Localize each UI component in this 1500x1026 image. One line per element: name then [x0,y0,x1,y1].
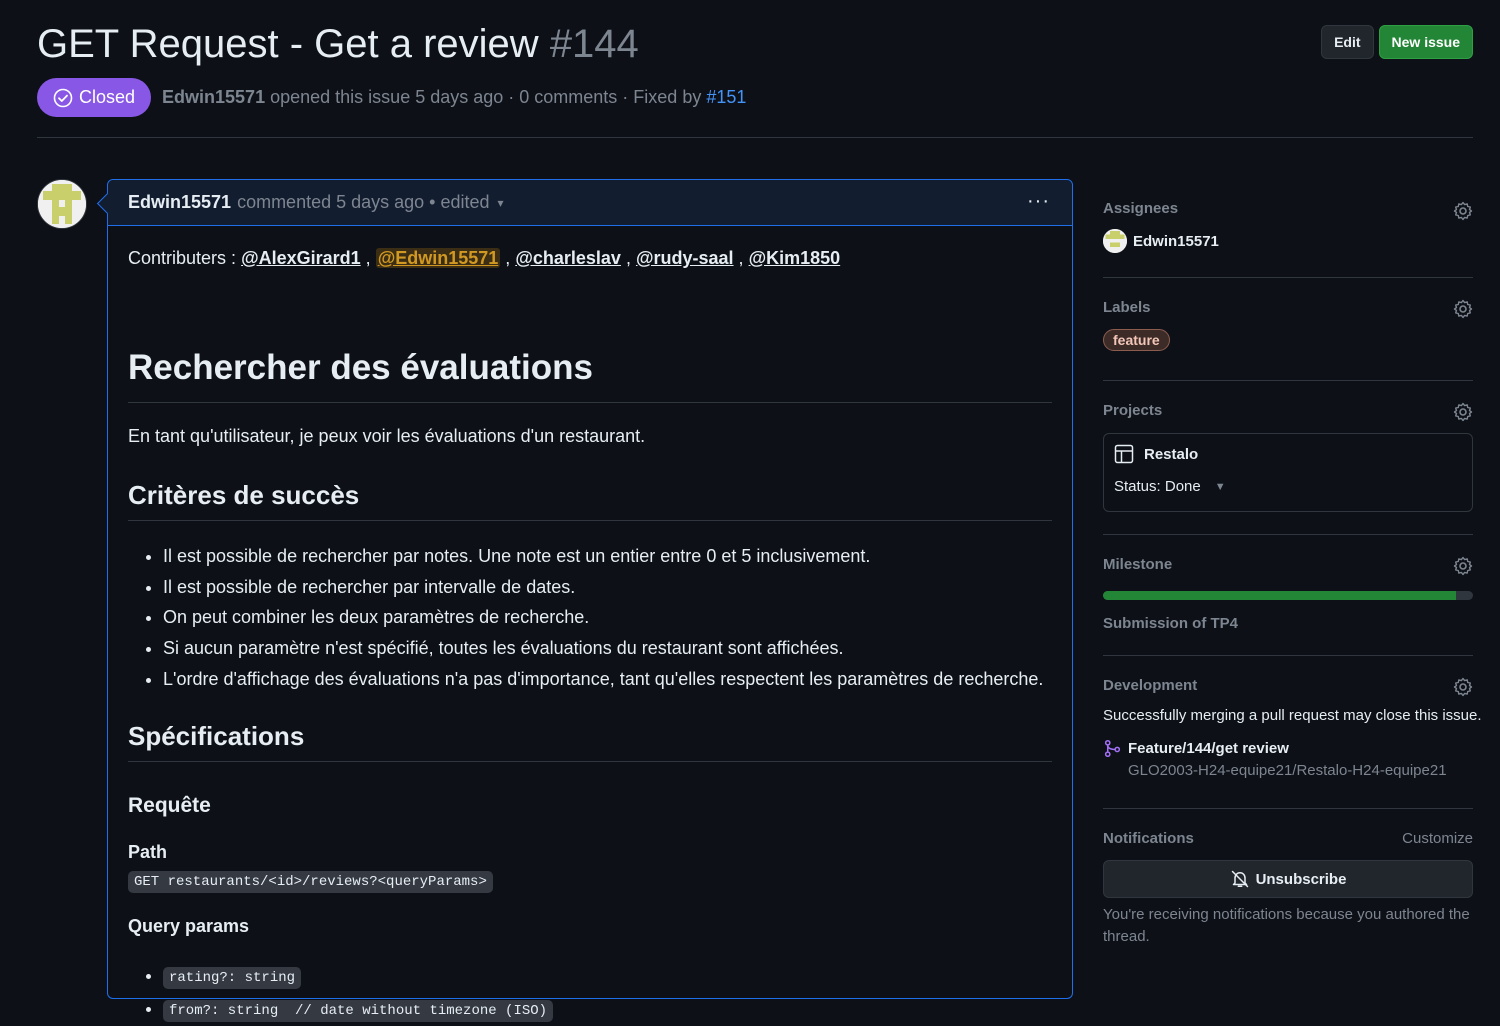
param-code: rating?: string [163,967,302,989]
heading-divider [128,402,1052,403]
milestone-section: Milestone Submission of TP4 [1103,556,1473,636]
mention-link[interactable]: @charleslav [515,248,621,268]
issue-meta: Closed Edwin15571 opened this issue 5 da… [37,78,746,117]
comment-header: Edwin15571 commented 5 days ago • edited… [108,180,1072,226]
identicon-icon [1103,229,1127,253]
chevron-down-icon: ▼ [1214,480,1226,493]
path-heading: Path [128,842,168,862]
unsubscribe-button[interactable]: Unsubscribe [1103,860,1473,898]
issue-title: GET Request - Get a review #144 [37,18,639,70]
assignee-name: Edwin15571 [1133,232,1219,250]
gear-icon[interactable] [1453,201,1473,221]
customize-link[interactable]: Customize [1402,830,1473,847]
development-section: Development Successfully merging a pull … [1103,677,1482,792]
gear-icon[interactable] [1453,556,1473,576]
notification-note: You're receiving notifications because y… [1103,906,1470,945]
issue-comment: Edwin15571 commented 5 days ago • edited… [107,179,1073,1022]
milestone-name[interactable]: Submission of TP4 [1103,615,1473,632]
criteria-heading: Critères de succès [128,480,360,510]
project-card: Restalo Status: Done ▼ [1103,433,1473,512]
project-status[interactable]: Status: Done ▼ [1114,478,1462,495]
header-divider [37,137,1473,138]
project-title[interactable]: Restalo [1114,444,1462,464]
identicon-icon [38,180,86,228]
request-heading: Requête [128,794,211,817]
assignee-item[interactable]: Edwin15571 [1103,229,1473,253]
param-code: from?: string // date without timezone (… [163,1000,554,1022]
projects-section: Projects Restalo Status: Done ▼ [1103,402,1473,517]
label-chip[interactable]: feature [1103,329,1170,351]
mention-link[interactable]: @Kim1850 [749,248,841,268]
gear-icon[interactable] [1453,677,1473,697]
project-name: Restalo [1144,445,1199,463]
query-heading: Query params [128,916,250,936]
list-item: L'ordre d'affichage des évaluations n'a … [163,664,1043,695]
author-link[interactable]: Edwin15571 [162,87,265,107]
bell-slash-icon [1231,870,1248,888]
project-status-text: Status: Done [1114,478,1201,495]
avatar [1103,229,1127,253]
table-icon [1114,444,1134,464]
chevron-down-icon[interactable]: ▾ [498,196,504,210]
mention-link-self[interactable]: @Edwin15571 [375,248,501,268]
development-text: Successfully merging a pull request may … [1103,707,1482,724]
spec-heading: Spécifications [128,721,305,751]
fixed-by-link[interactable]: #151 [706,87,746,107]
edit-button[interactable]: Edit [1321,25,1374,59]
development-label[interactable]: Development [1103,677,1473,694]
projects-label[interactable]: Projects [1103,402,1473,419]
gear-icon[interactable] [1453,299,1473,319]
list-item: Il est possible de rechercher par notes.… [163,541,1043,572]
sidebar-divider [1103,534,1473,535]
check-circle-icon [53,88,73,107]
query-params-list: rating?: string from?: string // date wi… [128,960,554,1026]
assignees-label[interactable]: Assignees [1103,200,1473,217]
new-issue-button[interactable]: New issue [1378,25,1473,59]
contributors-prefix: Contributers : [128,248,237,268]
kebab-menu-icon[interactable]: ··· [1027,190,1050,213]
opened-text: opened this issue 5 days ago · 0 comment… [270,87,702,107]
mention-link[interactable]: @rudy-saal [636,248,734,268]
contributors-line: Contributers : @AlexGirard1 , @Edwin1557… [128,248,841,268]
repo-name: GLO2003-H24-equipe21/Restalo-H24-equipe2… [1128,762,1447,779]
heading-h1: Rechercher des évaluations [128,348,593,387]
list-item: Si aucun paramètre n'est spécifié, toute… [163,633,1043,664]
intro-text: En tant qu'utilisateur, je peux voir les… [128,426,646,446]
sidebar-divider [1103,277,1473,278]
issue-number: #144 [549,22,639,66]
criteria-list: Il est possible de rechercher par notes.… [128,541,1043,695]
meta-text: Edwin15571 opened this issue 5 days ago … [162,87,746,108]
mention-link[interactable]: @AlexGirard1 [241,248,361,268]
notifications-section: Notifications Customize Unsubscribe You'… [1103,830,1473,960]
merge-icon [1104,739,1121,758]
avatar[interactable] [37,179,87,229]
milestone-label[interactable]: Milestone [1103,556,1473,573]
branch-name: Feature/144/get review [1128,740,1289,757]
labels-label[interactable]: Labels [1103,299,1473,316]
labels-section: Labels feature [1103,299,1473,359]
comment-time[interactable]: commented 5 days ago • edited [237,192,489,213]
sidebar-divider [1103,808,1473,809]
unsubscribe-label: Unsubscribe [1255,870,1347,888]
list-item: rating?: string [163,960,553,993]
sidebar-divider [1103,655,1473,656]
gear-icon[interactable] [1453,402,1473,422]
list-item: from?: string // date without timezone (… [163,993,554,1026]
sidebar-divider [1103,380,1473,381]
assignees-section: Assignees Edwin15571 [1103,200,1473,260]
heading-divider [128,520,1052,521]
heading-divider [128,761,1052,762]
path-line: GET restaurants/<id>/reviews?<queryParam… [128,869,493,893]
state-label: Closed [79,87,136,107]
linked-pr[interactable]: Feature/144/get review [1103,739,1473,758]
comment-author[interactable]: Edwin15571 [128,192,231,213]
milestone-progress [1103,591,1473,600]
state-badge: Closed [37,78,152,117]
path-code: GET restaurants/<id>/reviews?<queryParam… [128,871,493,893]
milestone-progress-fill [1103,591,1457,600]
issue-title-text: GET Request - Get a review [37,22,539,66]
list-item: Il est possible de rechercher par interv… [163,572,1043,603]
list-item: On peut combiner les deux paramètres de … [163,602,1043,633]
header-actions: Edit New issue [1321,25,1473,59]
